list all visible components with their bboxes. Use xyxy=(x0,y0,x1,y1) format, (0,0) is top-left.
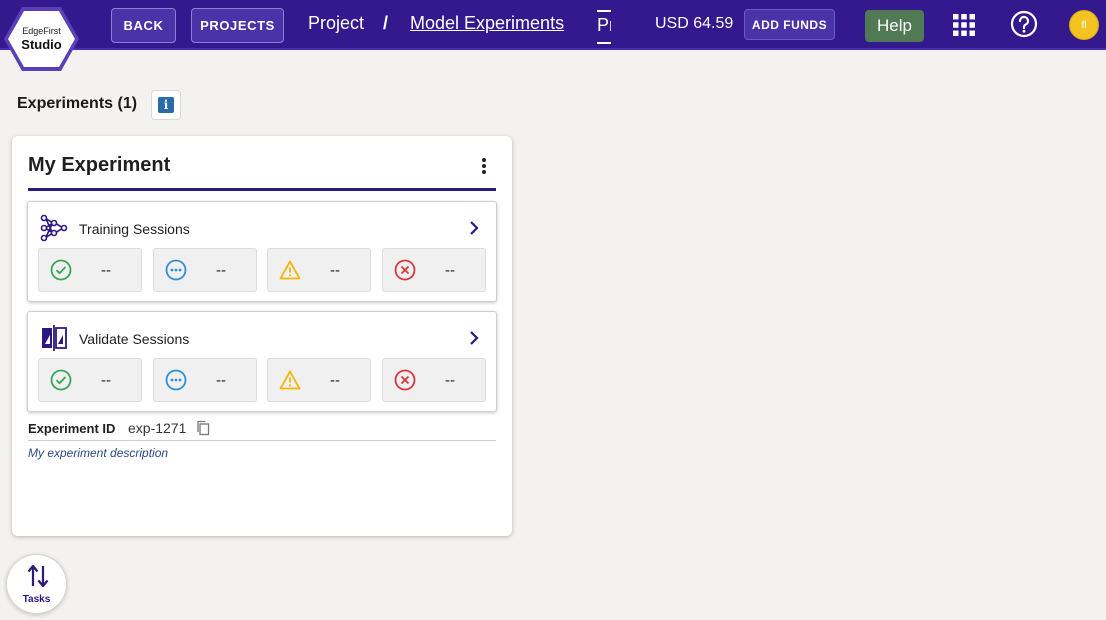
back-button[interactable]: BACK xyxy=(111,8,176,43)
logo-text-bottom: Studio xyxy=(21,37,62,52)
add-funds-button[interactable]: ADD FUNDS xyxy=(744,9,835,40)
warning-triangle-icon xyxy=(279,370,301,390)
experiment-id-label: Experiment ID xyxy=(28,421,116,436)
tasks-button[interactable]: Tasks xyxy=(6,554,67,614)
stat-value: -- xyxy=(445,262,455,279)
help-button[interactable]: Help xyxy=(865,10,924,42)
section-label: Validate Sessions xyxy=(79,331,190,347)
sort-arrows-icon xyxy=(27,564,49,588)
experiment-id-value: exp-1271 xyxy=(128,420,187,436)
stat-running[interactable]: -- xyxy=(153,248,257,292)
info-icon: i xyxy=(158,97,174,113)
stat-value: -- xyxy=(216,372,226,389)
logo-text-top: EdgeFirst xyxy=(22,26,61,36)
stat-warning[interactable]: -- xyxy=(267,358,371,402)
top-app-bar: BACK PROJECTS Project / Model Experiment… xyxy=(0,0,1106,50)
account-balance: USD 64.59 xyxy=(655,15,734,32)
check-circle-icon xyxy=(50,369,72,391)
validate-icon xyxy=(42,325,67,351)
projects-button[interactable]: PROJECTS xyxy=(191,8,284,43)
breadcrumb-separator: / xyxy=(383,13,389,33)
copy-icon[interactable] xyxy=(196,420,210,436)
error-circle-icon xyxy=(394,259,416,281)
error-circle-icon xyxy=(394,369,416,391)
help-circle-icon[interactable] xyxy=(1010,10,1038,38)
info-button[interactable]: i xyxy=(151,90,181,120)
experiment-name: My Experiment xyxy=(28,154,171,176)
breadcrumb-model-experiments[interactable]: Model Experiments xyxy=(410,13,564,34)
tasks-label: Tasks xyxy=(22,594,51,605)
user-avatar[interactable]: fl xyxy=(1069,10,1099,40)
stat-value: -- xyxy=(330,372,340,389)
edgefirst-studio-logo[interactable]: EdgeFirst Studio xyxy=(3,6,80,72)
check-circle-icon xyxy=(50,259,72,281)
section-label: Training Sessions xyxy=(79,221,190,237)
chevron-right-icon[interactable] xyxy=(468,220,480,236)
breadcrumb-project[interactable]: Project xyxy=(308,13,364,34)
chevron-right-icon[interactable] xyxy=(468,330,480,346)
page-title: Experiments (1) xyxy=(17,95,138,112)
apps-grid-icon[interactable] xyxy=(953,14,975,36)
id-divider xyxy=(28,440,496,441)
title-divider xyxy=(28,188,496,191)
validate-sessions-panel[interactable]: Validate Sessions -- -- -- -- xyxy=(27,311,497,412)
stat-value: -- xyxy=(216,262,226,279)
stat-error[interactable]: -- xyxy=(382,248,486,292)
training-sessions-panel[interactable]: Training Sessions -- -- -- -- xyxy=(27,201,497,302)
stat-success[interactable]: -- xyxy=(38,248,142,292)
warning-triangle-icon xyxy=(279,260,301,280)
experiment-card: My Experiment Training Sessions -- -- --… xyxy=(12,136,512,536)
stat-success[interactable]: -- xyxy=(38,358,142,402)
stat-warning[interactable]: -- xyxy=(267,248,371,292)
more-options-icon[interactable] xyxy=(479,156,489,176)
network-icon xyxy=(40,214,68,242)
stat-running[interactable]: -- xyxy=(153,358,257,402)
experiment-description: My experiment description xyxy=(28,446,169,460)
stat-value: -- xyxy=(330,262,340,279)
more-circle-icon xyxy=(165,259,187,281)
stat-value: -- xyxy=(101,372,111,389)
more-circle-icon xyxy=(165,369,187,391)
stat-value: -- xyxy=(445,372,455,389)
stat-value: -- xyxy=(101,262,111,279)
breadcrumb-overflow[interactable]: Pr xyxy=(597,10,611,44)
stat-error[interactable]: -- xyxy=(382,358,486,402)
